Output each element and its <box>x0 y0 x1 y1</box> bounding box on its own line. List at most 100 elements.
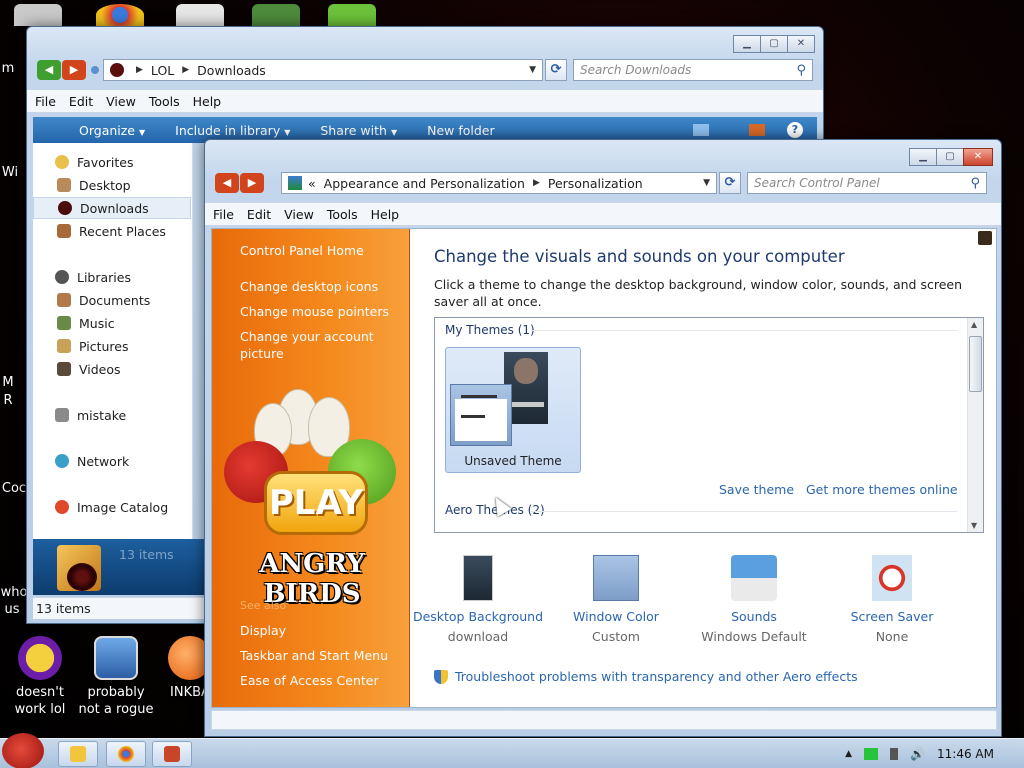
explorer-address-bar[interactable]: ▶ LOL ▶ Downloads ▼ <box>103 59 543 81</box>
menu-file[interactable]: File <box>213 207 234 222</box>
start-button[interactable] <box>2 733 44 768</box>
link-change-desktop-icons[interactable]: Change desktop icons <box>240 278 400 295</box>
nav-mistake[interactable]: mistake <box>33 404 191 426</box>
breadcrumb-item[interactable]: Appearance and Personalization <box>324 176 525 191</box>
chevron-down-icon[interactable]: ▼ <box>529 65 536 75</box>
preview-pane-icon[interactable] <box>749 124 765 136</box>
nav-favorites[interactable]: Favorites <box>33 151 191 173</box>
save-theme-link[interactable]: Save theme <box>719 482 794 497</box>
nav-music[interactable]: Music <box>33 312 191 334</box>
link-change-mouse-pointers[interactable]: Change mouse pointers <box>240 303 400 320</box>
organize-button[interactable]: Organize ▼ <box>79 123 145 138</box>
nav-pictures[interactable]: Pictures <box>33 335 191 357</box>
nav-documents[interactable]: Documents <box>33 289 191 311</box>
desktop-icon-top-3[interactable] <box>176 4 224 26</box>
desktop-icon-top-shield[interactable] <box>252 4 300 26</box>
nav-desktop[interactable]: Desktop <box>33 174 191 196</box>
nav-image-catalog[interactable]: Image Catalog <box>33 496 191 518</box>
view-options-icon[interactable] <box>693 124 709 136</box>
cp-search-input[interactable]: Search Control Panel ⚲ <box>747 172 987 194</box>
link-control-panel-home[interactable]: Control Panel Home <box>240 242 400 259</box>
menu-view[interactable]: View <box>106 94 136 109</box>
scrollbar-thumb[interactable] <box>969 336 982 392</box>
menu-edit[interactable]: Edit <box>69 94 93 109</box>
maximize-button[interactable]: ▢ <box>936 148 964 166</box>
option-window-color[interactable]: Window Color Custom <box>546 555 686 644</box>
recent-pages-icon[interactable] <box>91 66 99 74</box>
explorer-search-input[interactable]: Search Downloads ⚲ <box>573 59 813 81</box>
group-my-themes[interactable]: My Themes (1) <box>445 323 535 337</box>
link-change-account-picture[interactable]: Change your account picture <box>240 328 400 362</box>
show-hidden-icons[interactable]: ▲ <box>845 749 852 759</box>
menu-view[interactable]: View <box>284 207 314 222</box>
scroll-down-icon[interactable]: ▼ <box>971 521 977 530</box>
forward-button[interactable]: ▶ <box>62 60 86 80</box>
nav-recent-places[interactable]: Recent Places <box>33 220 191 242</box>
see-also-heading: See also <box>240 599 287 612</box>
desktop-icon-yahoo[interactable]: doesn't work lol <box>0 636 80 718</box>
scroll-up-icon[interactable]: ▲ <box>971 320 977 329</box>
personalization-window[interactable]: ▁ ▢ ✕ ◀ ▶ « Appearance and Personalizati… <box>204 139 1002 737</box>
close-button[interactable]: ✕ <box>787 35 815 53</box>
get-more-themes-link[interactable]: Get more themes online <box>806 482 958 497</box>
group-divider <box>531 511 957 512</box>
menu-help[interactable]: Help <box>371 207 400 222</box>
minimize-button[interactable]: ▁ <box>909 148 937 166</box>
power-tray-icon[interactable] <box>890 748 899 760</box>
taskbar-chrome[interactable] <box>106 741 146 767</box>
back-button[interactable]: ◀ <box>37 60 61 80</box>
breadcrumb-item[interactable]: Downloads <box>197 63 266 78</box>
close-button[interactable]: ✕ <box>963 148 993 166</box>
search-icon[interactable]: ⚲ <box>796 63 806 78</box>
chevron-down-icon[interactable]: ▼ <box>703 178 710 188</box>
taskbar-explorer[interactable] <box>58 741 98 767</box>
menu-edit[interactable]: Edit <box>247 207 271 222</box>
link-ease-of-access[interactable]: Ease of Access Center <box>240 672 400 689</box>
volume-icon[interactable]: 🔊 <box>910 747 925 761</box>
share-with-button[interactable]: Share with ▼ <box>320 123 397 138</box>
nav-downloads[interactable]: Downloads <box>33 197 191 219</box>
link-display[interactable]: Display <box>240 622 400 639</box>
clock[interactable]: 11:46 AM <box>937 747 994 761</box>
back-button[interactable]: ◀ <box>215 173 239 193</box>
refresh-button[interactable]: ⟳ <box>719 172 741 194</box>
themes-list[interactable]: My Themes (1) Unsaved Theme Save theme G… <box>434 317 984 533</box>
cp-address-bar[interactable]: « Appearance and Personalization ▶ Perso… <box>281 172 717 194</box>
nav-videos[interactable]: Videos <box>33 358 191 380</box>
include-library-button[interactable]: Include in library ▼ <box>175 123 290 138</box>
screen-saver-icon <box>872 555 912 601</box>
nav-libraries[interactable]: Libraries <box>33 266 191 288</box>
refresh-button[interactable]: ⟳ <box>545 59 567 81</box>
menu-tools[interactable]: Tools <box>327 207 358 222</box>
theme-unsaved[interactable]: Unsaved Theme <box>445 347 581 473</box>
new-folder-button[interactable]: New folder <box>427 123 495 138</box>
themes-scrollbar[interactable]: ▲ ▼ <box>967 318 983 532</box>
menu-tools[interactable]: Tools <box>149 94 180 109</box>
option-screen-saver[interactable]: Screen Saver None <box>822 555 962 644</box>
taskbar-control-panel[interactable] <box>152 741 192 767</box>
minimize-button[interactable]: ▁ <box>733 35 761 53</box>
option-sounds[interactable]: Sounds Windows Default <box>684 555 824 644</box>
network-tray-icon[interactable] <box>864 748 879 760</box>
desktop-icon-top-1[interactable] <box>14 4 62 26</box>
desktop-icon-top-chrome[interactable] <box>96 4 144 26</box>
maximize-button[interactable]: ▢ <box>760 35 788 53</box>
overflow-chevron-icon[interactable]: « <box>308 176 316 191</box>
option-desktop-background[interactable]: Desktop Background download <box>408 555 548 644</box>
help-icon[interactable]: ? <box>787 122 803 138</box>
link-taskbar-start-menu[interactable]: Taskbar and Start Menu <box>240 647 400 664</box>
breadcrumb-item[interactable]: LOL <box>151 63 174 78</box>
menu-file[interactable]: File <box>35 94 56 109</box>
control-panel-icon <box>164 746 180 762</box>
breadcrumb-item[interactable]: Personalization <box>548 176 643 191</box>
desktop-icon-top-angrybirds[interactable] <box>328 4 376 26</box>
forward-button[interactable]: ▶ <box>240 173 264 193</box>
nav-network[interactable]: Network <box>33 450 191 472</box>
menu-help[interactable]: Help <box>193 94 222 109</box>
search-icon[interactable]: ⚲ <box>970 176 980 191</box>
troubleshoot-link[interactable]: Troubleshoot problems with transparency … <box>434 669 858 684</box>
folder-icon <box>70 746 86 762</box>
desktop-icon-rogue[interactable]: probably not a rogue <box>76 636 156 718</box>
help-icon[interactable] <box>978 231 992 245</box>
bug-icon <box>67 563 97 591</box>
